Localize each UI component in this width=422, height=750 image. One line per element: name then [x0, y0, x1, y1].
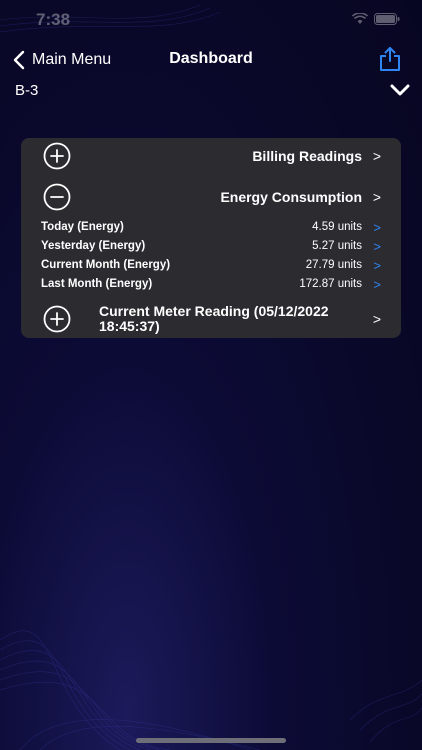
plus-circle-icon[interactable]	[43, 142, 71, 170]
reading-value: 27.79 units	[305, 259, 362, 271]
site-selector-label: B-3	[15, 82, 39, 99]
reading-arrow[interactable]: >	[373, 258, 381, 273]
chevron-down-icon[interactable]	[390, 82, 410, 98]
reading-label: Current Month (Energy)	[41, 259, 171, 271]
reading-value: 172.87 units	[299, 278, 362, 290]
reading-label: Today (Energy)	[41, 221, 124, 233]
billing-readings-row[interactable]: Billing Readings >	[21, 142, 401, 170]
status-time: 7:38	[36, 10, 71, 29]
reading-arrow[interactable]: >	[373, 239, 381, 254]
billing-readings-arrow: >	[372, 148, 381, 164]
reading-arrow[interactable]: >	[373, 277, 381, 292]
energy-consumption-label: Energy Consumption	[220, 189, 362, 205]
battery-icon	[374, 13, 400, 25]
background-waves	[0, 4, 422, 750]
reading-value: 4.59 units	[312, 221, 362, 233]
reading-row-current-month[interactable]: Current Month (Energy) 27.79 units >	[41, 258, 381, 275]
share-icon[interactable]	[378, 46, 402, 72]
billing-readings-label: Billing Readings	[252, 148, 362, 164]
home-indicator[interactable]	[136, 738, 286, 743]
wifi-icon	[352, 13, 368, 24]
reading-value: 5.27 units	[312, 240, 362, 252]
energy-consumption-arrow: >	[372, 189, 381, 205]
reading-label: Last Month (Energy)	[41, 278, 153, 290]
reading-row-last-month[interactable]: Last Month (Energy) 172.87 units >	[41, 277, 381, 294]
energy-consumption-row[interactable]: Energy Consumption >	[21, 183, 401, 211]
current-meter-reading-row[interactable]: Current Meter Reading (05/12/2022 18:45:…	[21, 303, 401, 334]
reading-row-today[interactable]: Today (Energy) 4.59 units >	[41, 220, 381, 237]
status-bar: 7:38	[0, 0, 422, 40]
reading-arrow[interactable]: >	[373, 220, 381, 235]
plus-circle-icon[interactable]	[43, 305, 71, 333]
reading-row-yesterday[interactable]: Yesterday (Energy) 5.27 units >	[41, 239, 381, 256]
reading-label: Yesterday (Energy)	[41, 240, 146, 252]
current-meter-reading-arrow: >	[372, 311, 381, 327]
dashboard-card: Billing Readings > Energy Consumption > …	[21, 138, 401, 338]
page-title: Dashboard	[169, 50, 253, 67]
current-meter-reading-label: Current Meter Reading (05/12/2022 18:45:…	[99, 303, 329, 334]
status-icons	[352, 13, 400, 25]
minus-circle-icon[interactable]	[43, 183, 71, 211]
